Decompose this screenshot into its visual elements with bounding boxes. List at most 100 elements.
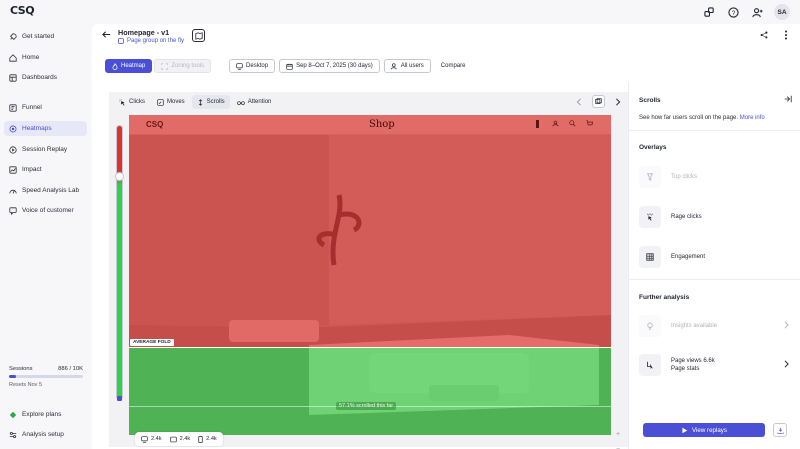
scale-handle[interactable] (115, 172, 124, 181)
device-breakdown: 2.4k 2.4k 2.4k (135, 432, 223, 446)
sidebar-item-dashboards[interactable]: Dashboards (4, 70, 87, 85)
heatmap-button[interactable]: Heatmap (105, 59, 153, 73)
date-range-select[interactable]: Sep 8–Oct 7, 2025 (30 days) (279, 59, 380, 73)
account-icon (552, 120, 559, 127)
sidebar-item-heatmaps[interactable]: Heatmaps (4, 121, 87, 136)
more-info-link[interactable]: More info (740, 115, 765, 121)
sidebar-item-home[interactable]: Home (4, 50, 87, 65)
screenshot-icon[interactable] (592, 95, 605, 108)
avatar[interactable]: SA (774, 4, 790, 20)
overlay-engagement[interactable]: Engagement (639, 246, 791, 268)
app-logo[interactable]: CSQ (10, 4, 35, 17)
page-group-link[interactable]: Page group on the fly (118, 38, 184, 44)
chevron-left-icon[interactable] (576, 97, 582, 106)
app-logo-text: CSQ (10, 4, 35, 17)
device-tablet[interactable]: 2.4k (169, 436, 191, 443)
bookmark-icon (536, 120, 542, 128)
desktop-icon (236, 62, 243, 70)
page-title: Homepage - v1 (118, 28, 170, 37)
overlay-rage-clicks[interactable]: Rage clicks (639, 206, 791, 228)
view-mode-toggle: Heatmap Zoning tools (105, 59, 212, 73)
share-icon[interactable] (760, 31, 768, 41)
sessions-progress-bar (9, 375, 83, 378)
segment-label: All users (400, 63, 424, 69)
compare-label: Compare (440, 63, 466, 69)
site-header-icons (536, 120, 593, 128)
download-icon[interactable] (773, 423, 787, 437)
tab-attention[interactable]: Attention (232, 95, 277, 109)
tab-clicks[interactable]: Clicks (114, 95, 150, 109)
mobile-icon (198, 435, 203, 443)
further-analysis-title: Further analysis (639, 294, 690, 301)
sidebar-item-get-started[interactable]: Get started (4, 29, 87, 44)
average-fold-label: AVERAGE FOLD (130, 339, 174, 346)
sidebar-item-speed-analysis-lab[interactable]: Speed Analysis Lab (4, 183, 87, 198)
scroll-depth-label: 57.1% scrolled this far (336, 402, 397, 410)
svg-text:?: ? (731, 9, 735, 16)
flame-icon (112, 62, 118, 70)
zoning-tools-button[interactable]: Zoning tools (154, 59, 212, 73)
panel-description-text: See how far users scroll on the page. (639, 115, 739, 121)
explore-plans-link[interactable]: Explore plans (4, 407, 87, 422)
device-tablet-value: 2.4k (179, 436, 191, 442)
chevron-right-icon (784, 360, 789, 368)
tab-scrolls[interactable]: Scrolls (191, 95, 230, 109)
back-arrow-icon[interactable] (102, 30, 111, 41)
heatmap-button-label: Heatmap (121, 63, 146, 69)
scroll-color-scale (116, 125, 123, 400)
tab-clicks-label: Clicks (129, 99, 145, 105)
panel-title: Scrolls (639, 97, 661, 104)
view-replays-label: View replays (692, 426, 727, 434)
device-select-label: Desktop (246, 63, 269, 69)
search-icon (569, 120, 576, 127)
page-stats-label: Page stats (671, 366, 700, 372)
device-mobile[interactable]: 2.4k (198, 435, 217, 443)
sidebar-item-impact[interactable]: Impact (4, 162, 87, 177)
add-user-icon[interactable] (750, 5, 764, 19)
tab-scrolls-label: Scrolls (206, 99, 225, 105)
top-clicks-icon (639, 166, 661, 188)
date-range-label: Sep 8–Oct 7, 2025 (30 days) (296, 63, 373, 69)
tab-moves[interactable]: Moves (152, 95, 190, 109)
chevron-right-icon[interactable] (615, 97, 621, 106)
help-icon[interactable]: ? (726, 5, 740, 19)
analysis-setup-link[interactable]: Analysis setup (4, 427, 87, 442)
replay-icon (9, 145, 17, 154)
site-title: Shop (369, 119, 395, 130)
sessions-usage: Sessions 886 / 10K Resets Nov 5 (9, 366, 83, 388)
desktop-icon (141, 435, 148, 443)
sidebar-item-label: Voice of customer (22, 207, 74, 214)
diamond-icon (9, 411, 17, 418)
insights-available-item[interactable]: Insights available (639, 315, 791, 337)
segment-select[interactable]: All users (383, 59, 431, 73)
device-desktop[interactable]: 2.4k (141, 435, 162, 443)
settings-sliders-icon (9, 431, 17, 438)
collapse-panel-icon[interactable] (784, 95, 792, 105)
tablet-icon (169, 436, 177, 442)
more-options-icon[interactable] (784, 30, 788, 42)
map-icon[interactable] (192, 29, 205, 42)
sidebar-item-funnel[interactable]: Funnel (4, 100, 87, 115)
sidebar: Get started Home Dashboards Funnel Heatm… (0, 24, 92, 449)
overlay-top-clicks-label: Top clicks (671, 174, 698, 180)
overlay-engagement-label: Engagement (671, 254, 706, 260)
overlay-top-clicks[interactable]: Top clicks (639, 166, 791, 188)
page-stats-item[interactable]: Page views 6.6k Page stats (639, 354, 791, 376)
zoning-tools-label: Zoning tools (171, 63, 205, 69)
device-select[interactable]: Desktop (229, 59, 276, 73)
click-icon (119, 98, 125, 106)
sidebar-item-label: Session Replay (22, 146, 68, 153)
integrations-icon[interactable] (702, 5, 716, 19)
compare-button[interactable]: Compare (435, 59, 472, 73)
zoom-in-button[interactable]: + (616, 431, 620, 438)
sidebar-item-session-replay[interactable]: Session Replay (4, 142, 87, 157)
speed-icon (9, 189, 17, 194)
main-panel: Homepage - v1 Page group on the fly Heat… (92, 24, 800, 449)
average-fold-line (129, 347, 611, 348)
cart-icon (586, 120, 593, 126)
insights-available-label: Insights available (671, 323, 718, 329)
sidebar-item-voice-of-customer[interactable]: Voice of customer (4, 203, 87, 218)
engagement-icon (639, 246, 661, 268)
sidebar-item-label: Funnel (22, 104, 42, 111)
view-replays-button[interactable]: View replays (643, 423, 765, 437)
